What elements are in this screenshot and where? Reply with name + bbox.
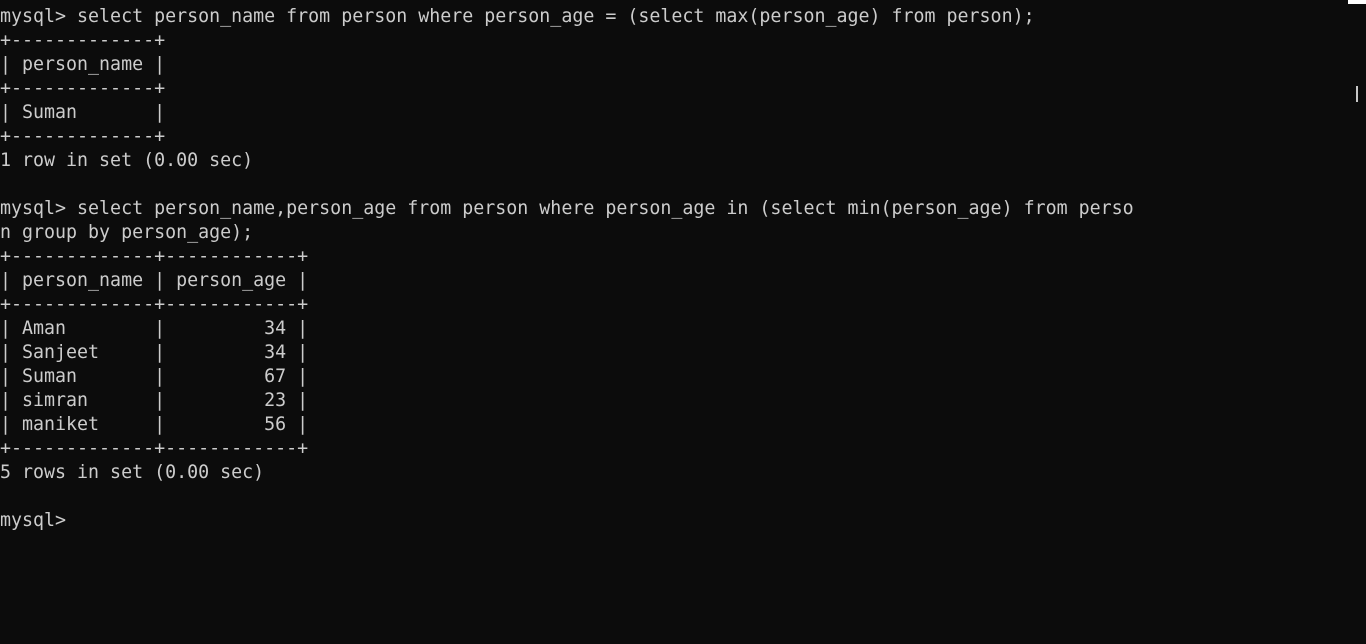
table-header-row: | person_name | person_age |: [0, 270, 309, 291]
table-header-row: | person_name |: [0, 54, 166, 75]
current-prompt[interactable]: mysql>: [0, 509, 1348, 533]
vertical-scrollbar[interactable]: [1348, 4, 1366, 644]
table-border: +-------------+: [0, 30, 166, 51]
table-row: | Sanjeet | 34 |: [0, 342, 309, 363]
terminal-output: mysql> select person_name from person wh…: [0, 5, 1348, 533]
table-row: | Suman | 67 |: [0, 366, 309, 387]
table-row: | simran | 23 |: [0, 390, 309, 411]
table-border: +-------------+: [0, 78, 166, 99]
command-line: mysql> select person_name,person_age fro…: [0, 198, 1134, 219]
result-summary: 5 rows in set (0.00 sec): [0, 462, 265, 483]
table-border: +-------------+: [0, 126, 166, 147]
scrollbar-thumb[interactable]: [1356, 86, 1358, 102]
table-border: +-------------+------------+: [0, 438, 309, 459]
command-line-continuation: n group by person_age);: [0, 222, 254, 243]
table-row: | Suman |: [0, 102, 166, 123]
command-line: mysql> select person_name from person wh…: [0, 6, 1035, 27]
table-row: | Aman | 34 |: [0, 318, 309, 339]
table-row: | maniket | 56 |: [0, 414, 309, 435]
table-border: +-------------+------------+: [0, 294, 309, 315]
result-summary: 1 row in set (0.00 sec): [0, 150, 254, 171]
table-border: +-------------+------------+: [0, 246, 309, 267]
terminal-window[interactable]: mysql> select person_name from person wh…: [0, 0, 1348, 644]
